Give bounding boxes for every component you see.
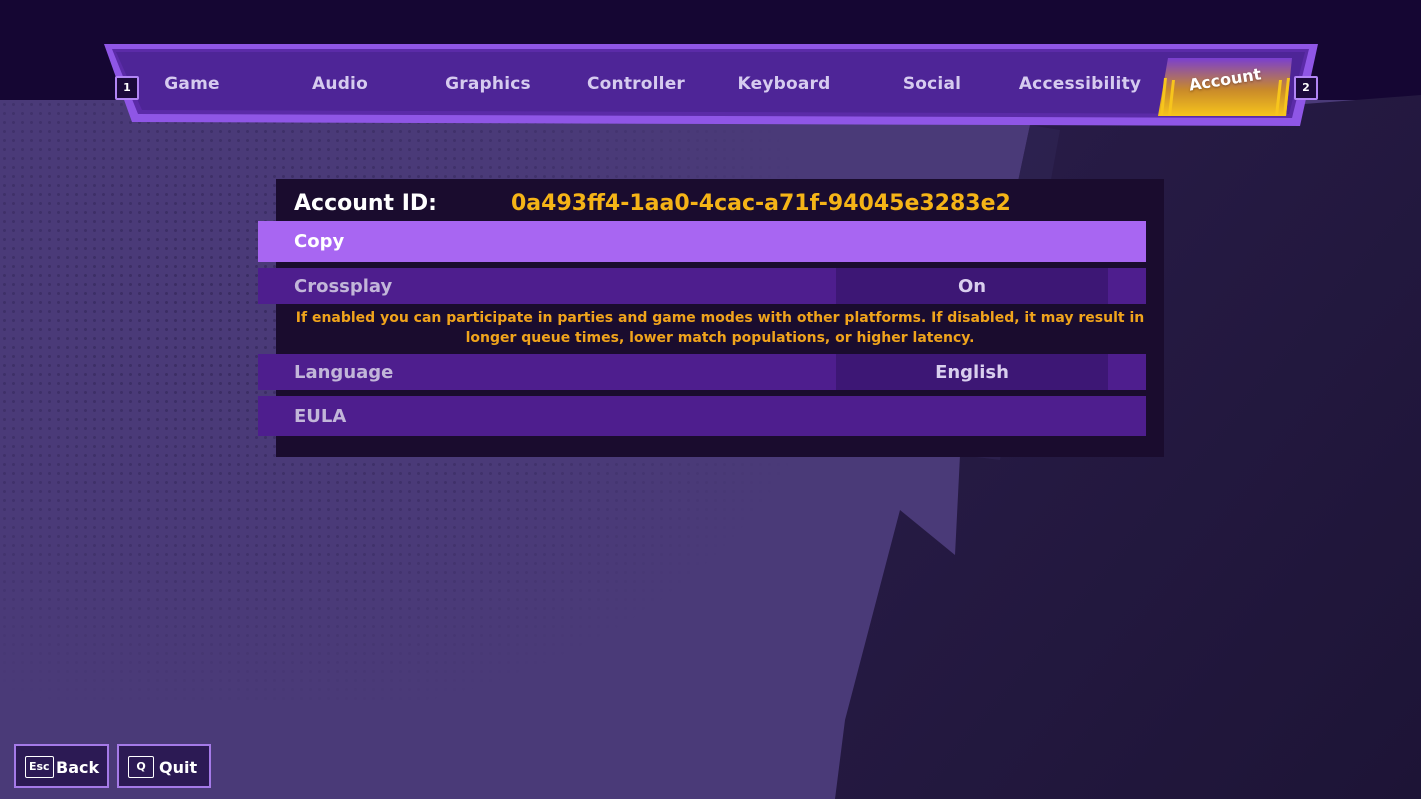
tab-next-key-hint: 2 — [1294, 76, 1318, 100]
account-id-value: 0a493ff4-1aa0-4cac-a71f-94045e3283e2 — [511, 191, 1011, 216]
tab-audio[interactable]: Audio — [312, 70, 368, 98]
crossplay-label: Crossplay — [294, 275, 393, 297]
account-id-label: Account ID: — [294, 191, 437, 216]
language-row[interactable]: Language English — [258, 354, 1146, 390]
tab-game[interactable]: Game — [164, 70, 219, 98]
esc-key-hint: Esc — [25, 756, 54, 778]
back-label: Back — [56, 758, 100, 777]
tab-social[interactable]: Social — [903, 70, 961, 98]
tab-prev-key-hint: 1 — [115, 76, 139, 100]
copy-label: Copy — [294, 231, 345, 252]
tab-accessibility[interactable]: Accessibility — [1019, 70, 1141, 98]
settings-screen: 1 2 Game Audio Graphics Controller Keybo… — [0, 0, 1421, 799]
language-value[interactable]: English — [836, 354, 1108, 390]
tab-account[interactable]: Account — [1158, 58, 1292, 116]
crossplay-description: If enabled you can participate in partie… — [295, 310, 1145, 346]
language-label: Language — [294, 361, 394, 383]
copy-button[interactable]: Copy — [258, 221, 1146, 262]
crossplay-value[interactable]: On — [836, 268, 1108, 304]
quit-button[interactable]: Q Quit — [117, 744, 211, 788]
eula-label: EULA — [294, 405, 347, 427]
tab-graphics[interactable]: Graphics — [445, 70, 531, 98]
eula-button[interactable]: EULA — [258, 396, 1146, 436]
q-key-hint: Q — [128, 756, 154, 778]
quit-label: Quit — [159, 758, 198, 777]
back-button[interactable]: Esc Back — [14, 744, 109, 788]
tab-keyboard[interactable]: Keyboard — [738, 70, 831, 98]
tab-controller[interactable]: Controller — [587, 70, 685, 98]
crossplay-row[interactable]: Crossplay On — [258, 268, 1146, 304]
